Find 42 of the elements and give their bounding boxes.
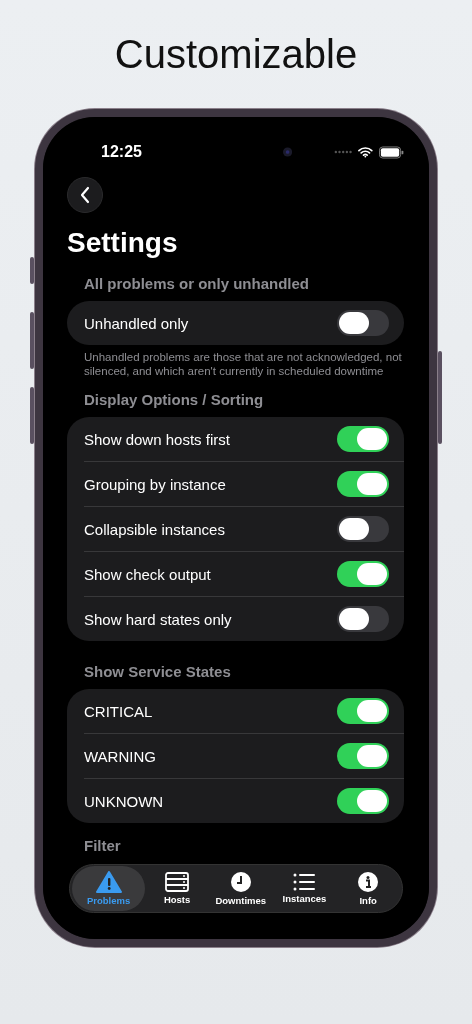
page-headline: Customizable <box>114 31 358 78</box>
tab-item[interactable]: Info <box>336 866 400 911</box>
screen-title: Settings <box>67 226 179 260</box>
clock-icon <box>229 871 252 893</box>
tab-item[interactable]: Hosts <box>145 866 209 911</box>
setting-label: WARNING <box>84 747 156 765</box>
section-header: All problems or only unhandled <box>84 275 310 293</box>
toggle-switch[interactable] <box>337 561 389 587</box>
list-icon <box>293 873 316 891</box>
toggle-switch[interactable] <box>337 426 389 452</box>
toggle-switch[interactable] <box>337 516 389 542</box>
status-time: 12:25 <box>101 143 143 161</box>
setting-label: CRITICAL <box>84 702 153 720</box>
camera-icon <box>282 147 293 157</box>
toggle-switch[interactable] <box>337 606 389 632</box>
setting-label: Show down hosts first <box>84 430 230 448</box>
setting-label: Grouping by instance <box>84 475 226 493</box>
toggle-switch[interactable] <box>337 471 389 497</box>
toggle-switch[interactable] <box>337 788 389 814</box>
section-header: Show Service States <box>84 663 232 681</box>
toggle-switch[interactable] <box>337 743 389 769</box>
info-icon <box>357 871 380 893</box>
section-header: Filter <box>84 837 122 855</box>
wifi-icon <box>358 146 374 158</box>
signal-icon <box>334 150 353 154</box>
setting-label: Show hard states only <box>84 610 232 628</box>
section-footer: Unhandled problems are those that are not acknowledged, not silenced, and which aren't currently in scheduled downtime <box>84 351 404 378</box>
toggle-switch[interactable] <box>337 698 389 724</box>
toggle-switch[interactable] <box>337 310 389 336</box>
back-chevron-icon <box>79 186 91 204</box>
setting-label: Unhandled only <box>84 314 189 332</box>
tab-item[interactable]: Downtimes <box>208 866 273 911</box>
server-icon <box>165 872 190 892</box>
setting-label: Collapsible instances <box>84 520 225 538</box>
section-header: Display Options / Sorting <box>84 391 265 409</box>
battery-icon <box>379 145 404 159</box>
setting-label: UNKNOWN <box>84 792 164 810</box>
setting-label: Show check output <box>84 565 211 583</box>
back-button[interactable] <box>67 177 103 213</box>
warning-icon <box>95 871 122 893</box>
tab-item[interactable]: Instances <box>272 866 337 911</box>
tab-item[interactable]: Problems <box>72 866 146 911</box>
